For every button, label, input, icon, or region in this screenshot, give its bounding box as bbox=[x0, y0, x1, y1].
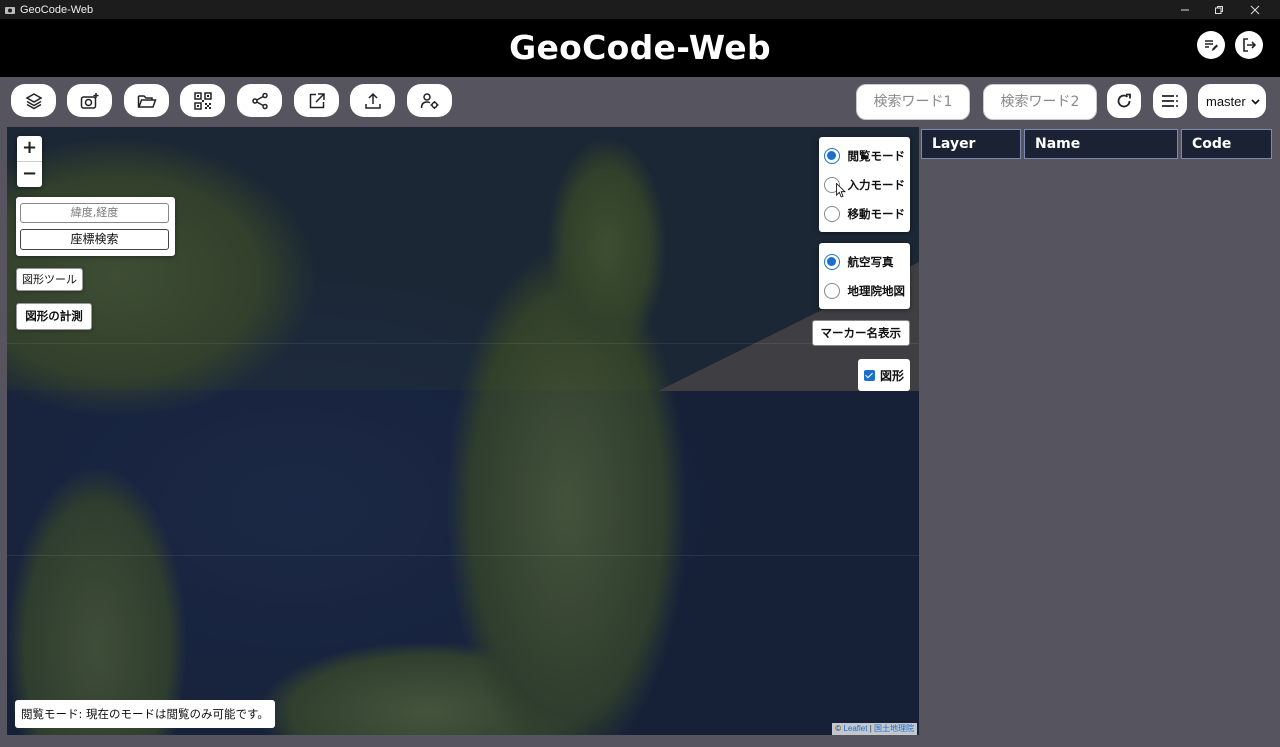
shape-layer-label: 図形 bbox=[879, 368, 904, 383]
radio-gsi-map[interactable] bbox=[823, 282, 840, 299]
column-header-name[interactable]: Name bbox=[1024, 129, 1178, 159]
map-tile-seam bbox=[7, 343, 919, 344]
radio-aerial-photo[interactable] bbox=[823, 253, 840, 270]
coordinate-search-button[interactable]: 座標検索 bbox=[20, 228, 169, 250]
chevron-down-icon bbox=[1251, 98, 1260, 105]
data-table: Layer Name Code bbox=[919, 127, 1280, 747]
restore-button[interactable] bbox=[1200, 0, 1238, 19]
map-view[interactable]: + − 座標検索 図形ツール 図形の計測 閲覧モード 入力モード 移動モード 航… bbox=[7, 127, 919, 735]
refresh-button[interactable] bbox=[1107, 84, 1141, 118]
logout-button[interactable] bbox=[1235, 31, 1263, 59]
user-settings-button[interactable] bbox=[407, 84, 452, 117]
basemap-gsi-option[interactable]: 地理院地図 bbox=[823, 276, 906, 305]
branch-select-value: master bbox=[1206, 93, 1246, 109]
edit-list-icon bbox=[1205, 40, 1218, 51]
list-menu-icon bbox=[1162, 95, 1178, 107]
menu-button[interactable] bbox=[1153, 84, 1187, 118]
lat-lng-input[interactable] bbox=[20, 202, 169, 223]
coordinate-search-panel: 座標検索 bbox=[16, 197, 175, 256]
folder-open-icon bbox=[137, 94, 157, 108]
mode-view-label: 閲覧モード bbox=[847, 148, 906, 163]
radio-view-mode[interactable] bbox=[823, 147, 840, 164]
layers-button[interactable] bbox=[11, 84, 56, 117]
radio-move-mode[interactable] bbox=[823, 205, 840, 222]
user-settings-icon bbox=[420, 92, 438, 109]
app-header: GeoCode-Web bbox=[0, 19, 1280, 77]
column-header-layer[interactable]: Layer bbox=[921, 129, 1021, 159]
open-external-icon bbox=[309, 92, 325, 108]
app-title: GeoCode-Web bbox=[509, 28, 771, 67]
mouse-cursor-icon bbox=[836, 183, 846, 198]
shape-tool-button[interactable]: 図形ツール bbox=[16, 268, 83, 291]
qr-code-icon bbox=[193, 91, 212, 110]
toolbar bbox=[0, 77, 1280, 127]
close-icon bbox=[1250, 5, 1260, 14]
mode-view-option[interactable]: 閲覧モード bbox=[823, 141, 906, 170]
map-attribution: © Leaflet | 国土地理院 bbox=[832, 723, 917, 735]
refresh-icon bbox=[1117, 93, 1131, 108]
column-header-code[interactable]: Code bbox=[1181, 129, 1272, 159]
edit-list-button[interactable] bbox=[1197, 31, 1225, 59]
mode-move-option[interactable]: 移動モード bbox=[823, 199, 906, 228]
add-photo-button[interactable] bbox=[67, 84, 112, 117]
gsi-link[interactable]: 国土地理院 bbox=[874, 724, 914, 733]
close-button[interactable] bbox=[1236, 0, 1274, 19]
zoom-out-button[interactable]: − bbox=[17, 162, 42, 187]
qr-code-button[interactable] bbox=[180, 84, 225, 117]
minimize-button[interactable] bbox=[1166, 0, 1204, 19]
search-word-2-input[interactable] bbox=[983, 84, 1097, 120]
window-title-bar: GeoCode-Web bbox=[0, 0, 1280, 19]
basemap-gsi-label: 地理院地図 bbox=[847, 283, 906, 298]
basemap-selector: 航空写真 地理院地図 bbox=[818, 243, 910, 309]
share-icon bbox=[251, 92, 268, 109]
upload-icon bbox=[364, 92, 381, 109]
map-tile-overlay bbox=[7, 390, 919, 735]
share-button[interactable] bbox=[237, 84, 282, 117]
shape-layer-checkbox[interactable] bbox=[863, 369, 875, 381]
mode-input-label: 入力モード bbox=[847, 177, 906, 192]
zoom-control: + − bbox=[17, 136, 42, 187]
mode-status-message: 閲覧モード: 現在のモードは閲覧のみ可能です。 bbox=[15, 700, 275, 728]
app-icon bbox=[5, 6, 15, 14]
logout-icon bbox=[1243, 38, 1257, 52]
search-word-1-input[interactable] bbox=[856, 84, 970, 120]
minimize-icon bbox=[1181, 9, 1189, 10]
layers-icon bbox=[24, 92, 43, 109]
basemap-aerial-label: 航空写真 bbox=[847, 254, 894, 269]
open-folder-button[interactable] bbox=[124, 84, 169, 117]
mode-move-label: 移動モード bbox=[847, 206, 906, 221]
open-external-button[interactable] bbox=[294, 84, 339, 117]
upload-button[interactable] bbox=[350, 84, 395, 117]
map-tile-seam bbox=[7, 555, 919, 556]
marker-name-toggle-button[interactable]: マーカー名表示 bbox=[811, 320, 910, 346]
shape-measure-button[interactable]: 図形の計測 bbox=[16, 303, 92, 330]
shape-layer-toggle[interactable]: 図形 bbox=[858, 359, 910, 391]
mode-selector: 閲覧モード 入力モード 移動モード bbox=[818, 137, 910, 232]
restore-icon bbox=[1215, 5, 1223, 14]
leaflet-link[interactable]: Leaflet bbox=[843, 724, 867, 733]
branch-select[interactable]: master bbox=[1198, 84, 1266, 118]
window-title: GeoCode-Web bbox=[20, 3, 94, 16]
zoom-in-button[interactable]: + bbox=[17, 136, 42, 161]
basemap-aerial-option[interactable]: 航空写真 bbox=[823, 247, 906, 276]
add-photo-icon bbox=[80, 92, 98, 109]
